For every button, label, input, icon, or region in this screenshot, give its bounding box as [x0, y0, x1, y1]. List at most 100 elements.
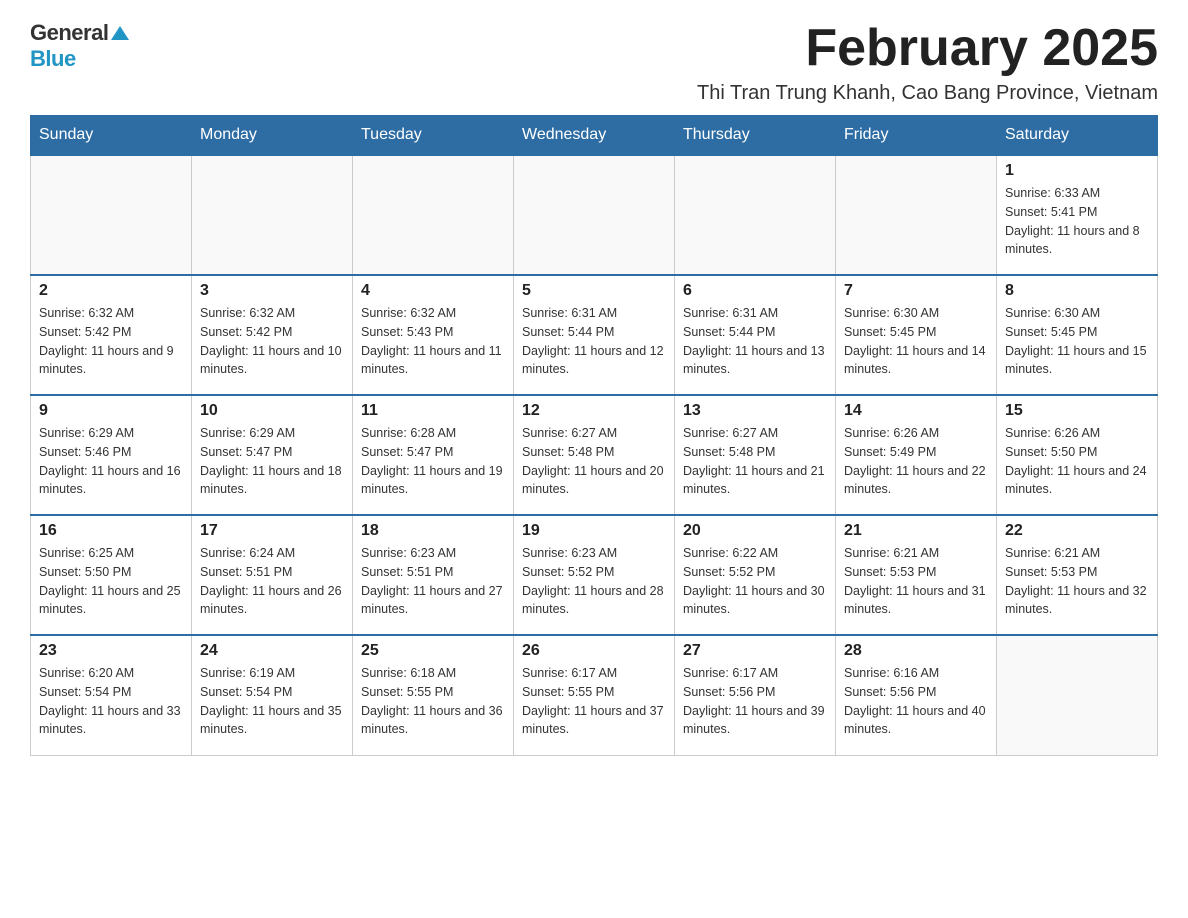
day-number: 15	[1005, 402, 1149, 420]
day-number: 19	[522, 522, 666, 540]
day-info: Sunrise: 6:32 AMSunset: 5:42 PMDaylight:…	[200, 304, 344, 379]
calendar-day-cell: 15 Sunrise: 6:26 AMSunset: 5:50 PMDayligh…	[997, 395, 1158, 515]
day-number: 13	[683, 402, 827, 420]
calendar-day-header: Thursday	[675, 116, 836, 156]
calendar-day-cell: 9 Sunrise: 6:29 AMSunset: 5:46 PMDaylight…	[31, 395, 192, 515]
calendar-day-header: Tuesday	[353, 116, 514, 156]
header: General Blue February 2025 Thi Tran Trun…	[30, 20, 1158, 105]
day-number: 18	[361, 522, 505, 540]
calendar-day-cell	[514, 155, 675, 275]
day-info: Sunrise: 6:29 AMSunset: 5:46 PMDaylight:…	[39, 424, 183, 499]
calendar-day-cell: 28Sunrise: 6:16 AMSunset: 5:56 PMDayligh…	[836, 635, 997, 755]
day-number: 10	[200, 402, 344, 420]
day-info: Sunrise: 6:27 AMSunset: 5:48 PMDaylight:…	[683, 424, 827, 499]
day-number: 7	[844, 282, 988, 300]
calendar-day-cell: 24Sunrise: 6:19 AMSunset: 5:54 PMDayligh…	[192, 635, 353, 755]
day-number: 3	[200, 282, 344, 300]
day-number: 26	[522, 642, 666, 660]
day-number: 22	[1005, 522, 1149, 540]
calendar-day-cell: 12Sunrise: 6:27 AMSunset: 5:48 PMDayligh…	[514, 395, 675, 515]
day-number: 16	[39, 522, 183, 540]
day-number: 14	[844, 402, 988, 420]
day-number: 11	[361, 402, 505, 420]
day-info: Sunrise: 6:19 AMSunset: 5:54 PMDaylight:…	[200, 664, 344, 739]
month-title: February 2025	[697, 20, 1158, 77]
calendar-day-cell: 2 Sunrise: 6:32 AMSunset: 5:42 PMDaylight…	[31, 275, 192, 395]
day-info: Sunrise: 6:17 AMSunset: 5:55 PMDaylight:…	[522, 664, 666, 739]
day-number: 8	[1005, 282, 1149, 300]
calendar-day-cell: 14 Sunrise: 6:26 AMSunset: 5:49 PMDayligh…	[836, 395, 997, 515]
calendar-week-row: 16 Sunrise: 6:25 AMSunset: 5:50 PMDayligh…	[31, 515, 1158, 635]
calendar-day-cell: 16 Sunrise: 6:25 AMSunset: 5:50 PMDayligh…	[31, 515, 192, 635]
day-number: 21	[844, 522, 988, 540]
calendar-day-cell: 25 Sunrise: 6:18 AMSunset: 5:55 PMDayligh…	[353, 635, 514, 755]
day-number: 2	[39, 282, 183, 300]
logo-arrow-icon	[111, 26, 129, 40]
calendar-week-row: 9 Sunrise: 6:29 AMSunset: 5:46 PMDaylight…	[31, 395, 1158, 515]
day-info: Sunrise: 6:30 AMSunset: 5:45 PMDaylight:…	[1005, 304, 1149, 379]
calendar-day-cell	[997, 635, 1158, 755]
day-number: 1	[1005, 162, 1149, 180]
day-info: Sunrise: 6:26 AMSunset: 5:49 PMDaylight:…	[844, 424, 988, 499]
day-number: 5	[522, 282, 666, 300]
day-info: Sunrise: 6:33 AMSunset: 5:41 PMDaylight:…	[1005, 184, 1149, 259]
calendar-week-row: 2 Sunrise: 6:32 AMSunset: 5:42 PMDaylight…	[31, 275, 1158, 395]
calendar-day-cell: 20Sunrise: 6:22 AMSunset: 5:52 PMDayligh…	[675, 515, 836, 635]
calendar-day-cell: 17 Sunrise: 6:24 AMSunset: 5:51 PMDayligh…	[192, 515, 353, 635]
calendar-day-cell: 13 Sunrise: 6:27 AMSunset: 5:48 PMDayligh…	[675, 395, 836, 515]
calendar-day-cell: 10 Sunrise: 6:29 AMSunset: 5:47 PMDayligh…	[192, 395, 353, 515]
day-number: 27	[683, 642, 827, 660]
calendar-day-cell: 3 Sunrise: 6:32 AMSunset: 5:42 PMDaylight…	[192, 275, 353, 395]
day-info: Sunrise: 6:26 AMSunset: 5:50 PMDaylight:…	[1005, 424, 1149, 499]
calendar-header-row: SundayMondayTuesdayWednesdayThursdayFrid…	[31, 116, 1158, 156]
calendar-day-cell	[192, 155, 353, 275]
location-title: Thi Tran Trung Khanh, Cao Bang Province,…	[697, 82, 1158, 105]
day-info: Sunrise: 6:17 AMSunset: 5:56 PMDaylight:…	[683, 664, 827, 739]
day-info: Sunrise: 6:31 AMSunset: 5:44 PMDaylight:…	[683, 304, 827, 379]
calendar-day-cell: 18 Sunrise: 6:23 AMSunset: 5:51 PMDayligh…	[353, 515, 514, 635]
calendar-week-row: 1 Sunrise: 6:33 AMSunset: 5:41 PMDaylight…	[31, 155, 1158, 275]
day-info: Sunrise: 6:20 AMSunset: 5:54 PMDaylight:…	[39, 664, 183, 739]
day-info: Sunrise: 6:29 AMSunset: 5:47 PMDaylight:…	[200, 424, 344, 499]
day-number: 28	[844, 642, 988, 660]
day-info: Sunrise: 6:25 AMSunset: 5:50 PMDaylight:…	[39, 544, 183, 619]
calendar-day-header: Friday	[836, 116, 997, 156]
calendar-table: SundayMondayTuesdayWednesdayThursdayFrid…	[30, 115, 1158, 756]
day-number: 6	[683, 282, 827, 300]
calendar-week-row: 23 Sunrise: 6:20 AMSunset: 5:54 PMDayligh…	[31, 635, 1158, 755]
calendar-day-header: Saturday	[997, 116, 1158, 156]
day-info: Sunrise: 6:18 AMSunset: 5:55 PMDaylight:…	[361, 664, 505, 739]
calendar-day-header: Wednesday	[514, 116, 675, 156]
day-info: Sunrise: 6:22 AMSunset: 5:52 PMDaylight:…	[683, 544, 827, 619]
day-info: Sunrise: 6:31 AMSunset: 5:44 PMDaylight:…	[522, 304, 666, 379]
calendar-day-cell: 4 Sunrise: 6:32 AMSunset: 5:43 PMDaylight…	[353, 275, 514, 395]
day-number: 17	[200, 522, 344, 540]
calendar-day-cell: 23 Sunrise: 6:20 AMSunset: 5:54 PMDayligh…	[31, 635, 192, 755]
day-number: 9	[39, 402, 183, 420]
day-number: 23	[39, 642, 183, 660]
day-info: Sunrise: 6:23 AMSunset: 5:52 PMDaylight:…	[522, 544, 666, 619]
calendar-day-cell: 11Sunrise: 6:28 AMSunset: 5:47 PMDayligh…	[353, 395, 514, 515]
day-info: Sunrise: 6:21 AMSunset: 5:53 PMDaylight:…	[844, 544, 988, 619]
day-info: Sunrise: 6:21 AMSunset: 5:53 PMDaylight:…	[1005, 544, 1149, 619]
calendar-day-cell	[675, 155, 836, 275]
day-number: 4	[361, 282, 505, 300]
day-number: 25	[361, 642, 505, 660]
calendar-day-header: Sunday	[31, 116, 192, 156]
logo-general-text: General	[30, 20, 108, 46]
calendar-day-cell: 26 Sunrise: 6:17 AMSunset: 5:55 PMDayligh…	[514, 635, 675, 755]
day-info: Sunrise: 6:32 AMSunset: 5:42 PMDaylight:…	[39, 304, 183, 379]
day-number: 12	[522, 402, 666, 420]
title-area: February 2025 Thi Tran Trung Khanh, Cao …	[697, 20, 1158, 105]
calendar-day-cell: 21 Sunrise: 6:21 AMSunset: 5:53 PMDayligh…	[836, 515, 997, 635]
day-info: Sunrise: 6:24 AMSunset: 5:51 PMDaylight:…	[200, 544, 344, 619]
day-info: Sunrise: 6:32 AMSunset: 5:43 PMDaylight:…	[361, 304, 505, 379]
calendar-day-cell	[836, 155, 997, 275]
calendar-day-cell: 27 Sunrise: 6:17 AMSunset: 5:56 PMDayligh…	[675, 635, 836, 755]
calendar-day-cell: 5 Sunrise: 6:31 AMSunset: 5:44 PMDaylight…	[514, 275, 675, 395]
day-info: Sunrise: 6:23 AMSunset: 5:51 PMDaylight:…	[361, 544, 505, 619]
calendar-day-cell: 8 Sunrise: 6:30 AMSunset: 5:45 PMDaylight…	[997, 275, 1158, 395]
calendar-day-cell: 19 Sunrise: 6:23 AMSunset: 5:52 PMDayligh…	[514, 515, 675, 635]
calendar-day-cell: 7Sunrise: 6:30 AMSunset: 5:45 PMDaylight…	[836, 275, 997, 395]
logo: General Blue	[30, 20, 129, 72]
